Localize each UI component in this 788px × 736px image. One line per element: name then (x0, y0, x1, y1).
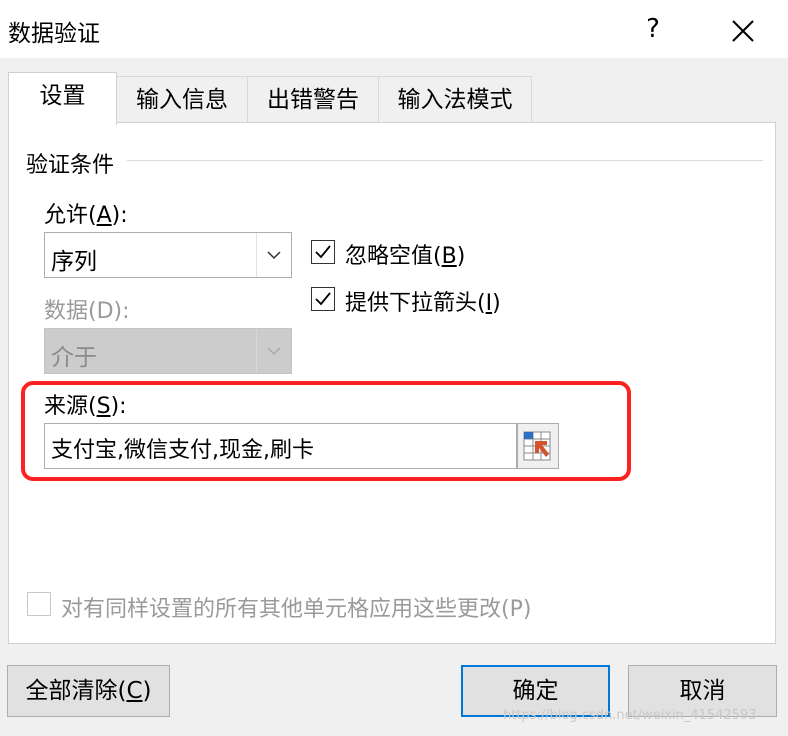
range-select-button[interactable] (517, 423, 559, 469)
apply-all-checkbox (27, 592, 51, 616)
close-button[interactable] (724, 12, 762, 50)
close-icon (732, 20, 754, 42)
clear-all-button[interactable]: 全部清除(C) (7, 665, 170, 717)
tab-ime-mode[interactable]: 输入法模式 (378, 76, 532, 122)
tab-input-message[interactable]: 输入信息 (116, 76, 248, 122)
checkmark-icon (315, 245, 331, 259)
ignore-blank-label[interactable]: 忽略空值(B) (345, 238, 465, 270)
help-button[interactable]: ? (638, 12, 668, 46)
settings-panel: 验证条件 允许(A): 序列 数据(D): 介于 忽略空值(B) 提供下拉箭头(… (8, 122, 776, 644)
chevron-down-icon[interactable] (256, 233, 291, 277)
source-label: 来源(S): (44, 394, 127, 419)
range-select-icon (523, 431, 551, 461)
chevron-down-icon (256, 329, 291, 373)
data-label: 数据(D): (44, 299, 130, 324)
group-divider (127, 160, 763, 161)
allow-value: 序列 (51, 249, 97, 275)
apply-all-label: 对有同样设置的所有其他单元格应用这些更改(P) (61, 597, 532, 622)
allow-dropdown[interactable]: 序列 (44, 232, 292, 278)
watermark: https://blog.csdn.net/weixin_41542593 (503, 708, 757, 723)
allow-label: 允许(A): (44, 203, 128, 228)
in-cell-dropdown-label[interactable]: 提供下拉箭头(I) (345, 285, 501, 317)
tab-error-alert[interactable]: 出错警告 (247, 76, 379, 122)
tab-settings[interactable]: 设置 (8, 72, 117, 125)
checkmark-icon (315, 292, 331, 306)
data-value: 介于 (51, 345, 97, 371)
title-bar: 数据验证 ? (0, 0, 788, 58)
validation-criteria-label: 验证条件 (26, 153, 115, 178)
source-value: 支付宝,微信支付,现金,刷卡 (51, 438, 314, 463)
ignore-blank-checkbox[interactable] (311, 240, 335, 264)
data-dropdown: 介于 (44, 328, 292, 374)
dialog-title: 数据验证 (8, 21, 100, 47)
in-cell-dropdown-checkbox[interactable] (311, 287, 335, 311)
source-input[interactable]: 支付宝,微信支付,现金,刷卡 (44, 423, 517, 469)
